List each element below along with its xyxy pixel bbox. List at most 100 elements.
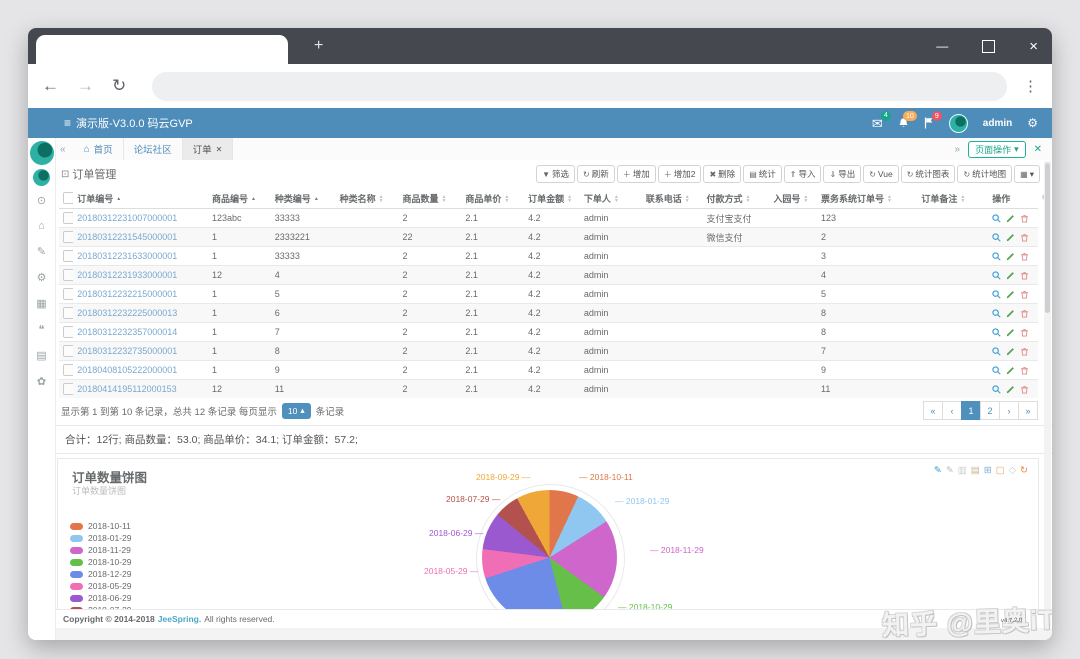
forward-icon[interactable]: →	[77, 76, 94, 96]
column-header-下单人[interactable]: 下单人▲▼	[580, 188, 642, 209]
column-header-付款方式[interactable]: 付款方式▲▼	[702, 188, 769, 209]
column-header-种类编号[interactable]: 种类编号▲	[271, 188, 336, 209]
column-header-订单金额[interactable]: 订单金额▲▼	[524, 188, 580, 209]
column-header-商品单价[interactable]: 商品单价▲▼	[461, 188, 524, 209]
trash-icon[interactable]: ▥	[958, 465, 967, 476]
comment-icon[interactable]: ❝	[28, 323, 55, 336]
power-icon[interactable]: ⊙	[28, 194, 55, 207]
order-number-link[interactable]: 20180414195112000153	[77, 384, 176, 394]
row-checkbox[interactable]	[63, 364, 73, 376]
row-checkbox[interactable]	[63, 269, 73, 281]
统计地图-button[interactable]: ↻统计地图	[957, 165, 1012, 183]
workspace-tab-首页[interactable]: ⌂首页	[74, 138, 124, 160]
delete-icon[interactable]	[1020, 347, 1029, 356]
legend-item[interactable]: 2018-10-29	[70, 559, 131, 566]
edit-blue-icon[interactable]: ✎	[934, 465, 942, 476]
scroll-tabs-left-icon[interactable]: «	[60, 144, 66, 155]
browser-menu-icon[interactable]: ⋮	[1023, 77, 1038, 95]
order-number-link[interactable]: 20180312231545000001	[77, 232, 177, 242]
column-header-票务系统订单号[interactable]: 票务系统订单号▲▼	[817, 188, 917, 209]
page-button-«[interactable]: «	[923, 401, 943, 420]
edit-icon[interactable]	[1006, 214, 1015, 223]
edit-icon[interactable]	[1006, 290, 1015, 299]
tab-close-icon[interactable]: ✕	[216, 145, 223, 154]
flag-icon[interactable]: 9	[924, 117, 934, 129]
delete-icon[interactable]	[1020, 233, 1029, 242]
view-icon[interactable]	[992, 328, 1001, 337]
app-logo[interactable]	[30, 141, 54, 165]
Vue-button[interactable]: ↻Vue	[863, 165, 899, 183]
zoom-box-icon[interactable]: ▢	[996, 465, 1005, 476]
delete-icon[interactable]	[1020, 290, 1029, 299]
delete-icon[interactable]	[1020, 271, 1029, 280]
menu-toggle-icon[interactable]: ≡	[64, 116, 71, 130]
order-number-link[interactable]: 20180312231933000001	[77, 270, 177, 280]
增加2-button[interactable]: ＋增加2	[658, 165, 702, 183]
column-header-联系电话[interactable]: 联系电话▲▼	[642, 188, 703, 209]
delete-icon[interactable]	[1020, 366, 1029, 375]
edit-icon[interactable]	[1006, 309, 1015, 318]
column-header-商品数量[interactable]: 商品数量▲▼	[398, 188, 461, 209]
maximize-icon[interactable]	[982, 40, 995, 53]
edit-icon[interactable]	[1006, 271, 1015, 280]
mail-icon[interactable]: ✉ 4	[872, 117, 883, 130]
page-button-›[interactable]: ›	[999, 401, 1019, 420]
legend-item[interactable]: 2018-11-29	[70, 547, 131, 554]
scroll-tabs-right-icon[interactable]: »	[955, 144, 961, 155]
back-icon[interactable]: ←	[42, 76, 59, 96]
close-icon[interactable]: ×	[1029, 38, 1038, 55]
reload-icon[interactable]: ↻	[112, 76, 126, 96]
edit-icon[interactable]	[1006, 328, 1015, 337]
row-checkbox[interactable]	[63, 383, 73, 395]
avatar[interactable]	[949, 114, 968, 133]
legend-item[interactable]: 2018-06-29	[70, 595, 131, 602]
order-number-link[interactable]: 20180408105222000001	[77, 365, 177, 375]
view-icon[interactable]	[992, 252, 1001, 261]
order-number-link[interactable]: 20180312232735000001	[77, 346, 177, 356]
grid-icon[interactable]: ▦	[28, 297, 55, 310]
workspace-tab-论坛社区[interactable]: 论坛社区	[124, 138, 183, 160]
刷新-button[interactable]: ↻刷新	[577, 165, 615, 183]
edit-icon[interactable]	[1006, 366, 1015, 375]
save-icon[interactable]: ⊞	[984, 465, 992, 476]
bell-icon[interactable]: 10	[898, 117, 909, 129]
page-size-select[interactable]: 10▴	[282, 403, 311, 419]
order-number-link[interactable]: 20180312232225000013	[77, 308, 177, 318]
book-icon[interactable]: ▤	[28, 349, 55, 362]
workspace-tab-订单[interactable]: 订单✕	[183, 138, 234, 160]
vertical-scrollbar[interactable]	[1044, 161, 1051, 627]
row-checkbox[interactable]	[63, 212, 73, 224]
home-icon[interactable]: ⌂	[28, 220, 55, 232]
delete-icon[interactable]	[1020, 328, 1029, 337]
scrollbar-thumb[interactable]	[1045, 163, 1050, 313]
select-all-checkbox[interactable]	[63, 192, 73, 204]
row-checkbox[interactable]	[63, 288, 73, 300]
flower-icon[interactable]: ✿	[28, 375, 55, 388]
column-header-订单备注[interactable]: 订单备注▲▼	[917, 188, 988, 209]
column-header-入园号[interactable]: 入园号▲▼	[769, 188, 817, 209]
order-number-link[interactable]: 20180312231633000001	[77, 251, 177, 261]
column-header-种类名称[interactable]: 种类名称▲▼	[336, 188, 399, 209]
data-view-icon[interactable]: ▤	[971, 465, 980, 476]
minimize-icon[interactable]: —	[936, 39, 948, 53]
legend-item[interactable]: 2018-01-29	[70, 535, 131, 542]
page-button-»[interactable]: »	[1018, 401, 1038, 420]
column-header-订单编号[interactable]: 订单编号▲	[73, 188, 208, 209]
row-checkbox[interactable]	[63, 326, 73, 338]
edit-icon[interactable]: ✎	[28, 245, 55, 258]
row-checkbox[interactable]	[63, 250, 73, 262]
导出-button[interactable]: ⇓导出	[823, 165, 861, 183]
view-icon[interactable]	[992, 366, 1001, 375]
legend-item[interactable]: 2018-12-29	[70, 571, 131, 578]
legend-item[interactable]: 2018-05-29	[70, 583, 131, 590]
sidebar-logo[interactable]	[33, 169, 50, 186]
筛选-button[interactable]: ▼筛选	[536, 165, 575, 183]
page-button-‹[interactable]: ‹	[942, 401, 962, 420]
view-icon[interactable]	[992, 271, 1001, 280]
new-tab-button[interactable]: +	[308, 35, 329, 57]
columns-button[interactable]: ▦▾	[1014, 165, 1040, 183]
gear-icon[interactable]: ⚙	[28, 271, 55, 284]
删除-button[interactable]: ✖删除	[703, 165, 741, 183]
restore-icon[interactable]: ↻	[1020, 465, 1028, 476]
order-number-link[interactable]: 20180312232357000014	[77, 327, 177, 337]
